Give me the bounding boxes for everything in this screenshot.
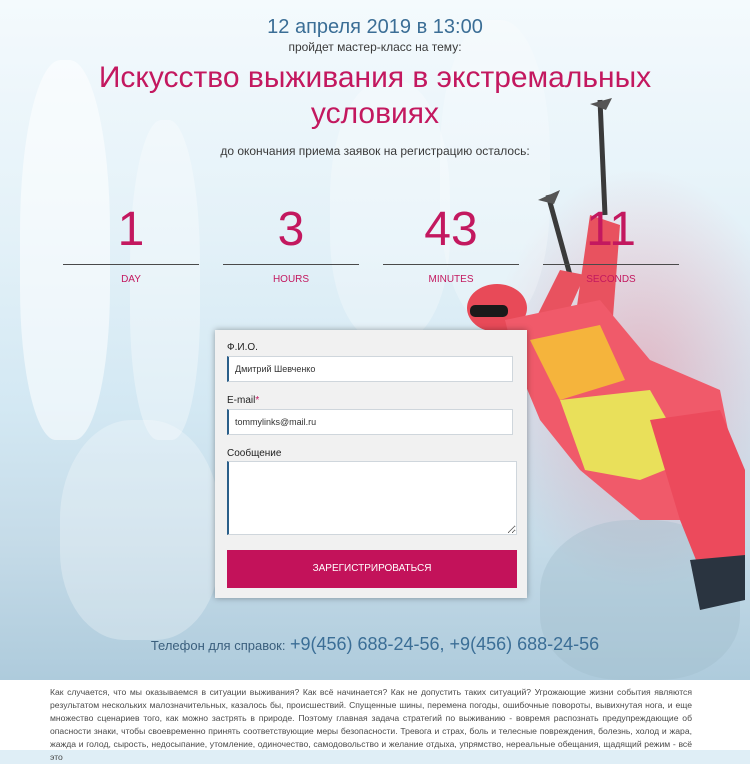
message-textarea[interactable] <box>227 461 517 535</box>
timer-label: HOURS <box>272 274 310 285</box>
message-label: Сообщение <box>227 448 282 459</box>
phone-label: Телефон для справок: <box>150 638 286 653</box>
countdown-timer: 1 DAY 3 HOURS 43 MINUTES 11 SECONDS <box>63 198 687 298</box>
timer-divider <box>63 264 199 265</box>
timer-hours: 3 HOURS <box>223 198 359 298</box>
registration-form: Ф.И.О. E-mail* Сообщение ЗАРЕГИСТРИРОВАТ… <box>215 330 527 598</box>
contact-phones: Телефон для справок: +9(456) 688-24-56, … <box>0 634 750 655</box>
event-date: 12 апреля 2019 в 13:00 <box>267 16 483 38</box>
timer-value: 3 <box>277 203 305 256</box>
timer-value: 43 <box>424 203 478 256</box>
timer-divider <box>223 264 359 265</box>
email-label-text: E-mail <box>227 395 256 406</box>
climber-boot <box>690 555 745 610</box>
email-input[interactable] <box>227 409 513 435</box>
page-title: Искусство выживания в экстремальных усло… <box>98 61 652 130</box>
timer-divider <box>383 264 519 265</box>
email-label: E-mail* <box>227 395 259 406</box>
timer-value: 1 <box>117 203 145 256</box>
phone-numbers[interactable]: +9(456) 688-24-56, +9(456) 688-24-56 <box>290 634 599 654</box>
timer-label: SECONDS <box>586 274 636 285</box>
timer-label: DAY <box>121 274 141 285</box>
timer-value: 11 <box>586 203 636 256</box>
name-label: Ф.И.О. <box>227 342 258 353</box>
register-button[interactable]: ЗАРЕГИСТРИРОВАТЬСЯ <box>227 550 517 588</box>
timer-days: 1 DAY <box>63 198 199 298</box>
deadline-text: до окончания приема заявок на регистраци… <box>220 144 530 158</box>
timer-minutes: 43 MINUTES <box>383 198 519 298</box>
article-section: Как случается, что мы оказываемся в ситу… <box>0 680 750 762</box>
timer-seconds: 11 SECONDS <box>543 198 679 298</box>
climber-goggles <box>470 305 508 317</box>
name-input[interactable] <box>227 356 513 382</box>
required-marker: * <box>255 395 260 406</box>
event-subtitle: пройдет мастер-класс на тему: <box>288 40 462 54</box>
timer-label: MINUTES <box>428 274 474 285</box>
timer-divider <box>543 264 679 265</box>
article-text: Как случается, что мы оказываемся в ситу… <box>50 687 692 762</box>
